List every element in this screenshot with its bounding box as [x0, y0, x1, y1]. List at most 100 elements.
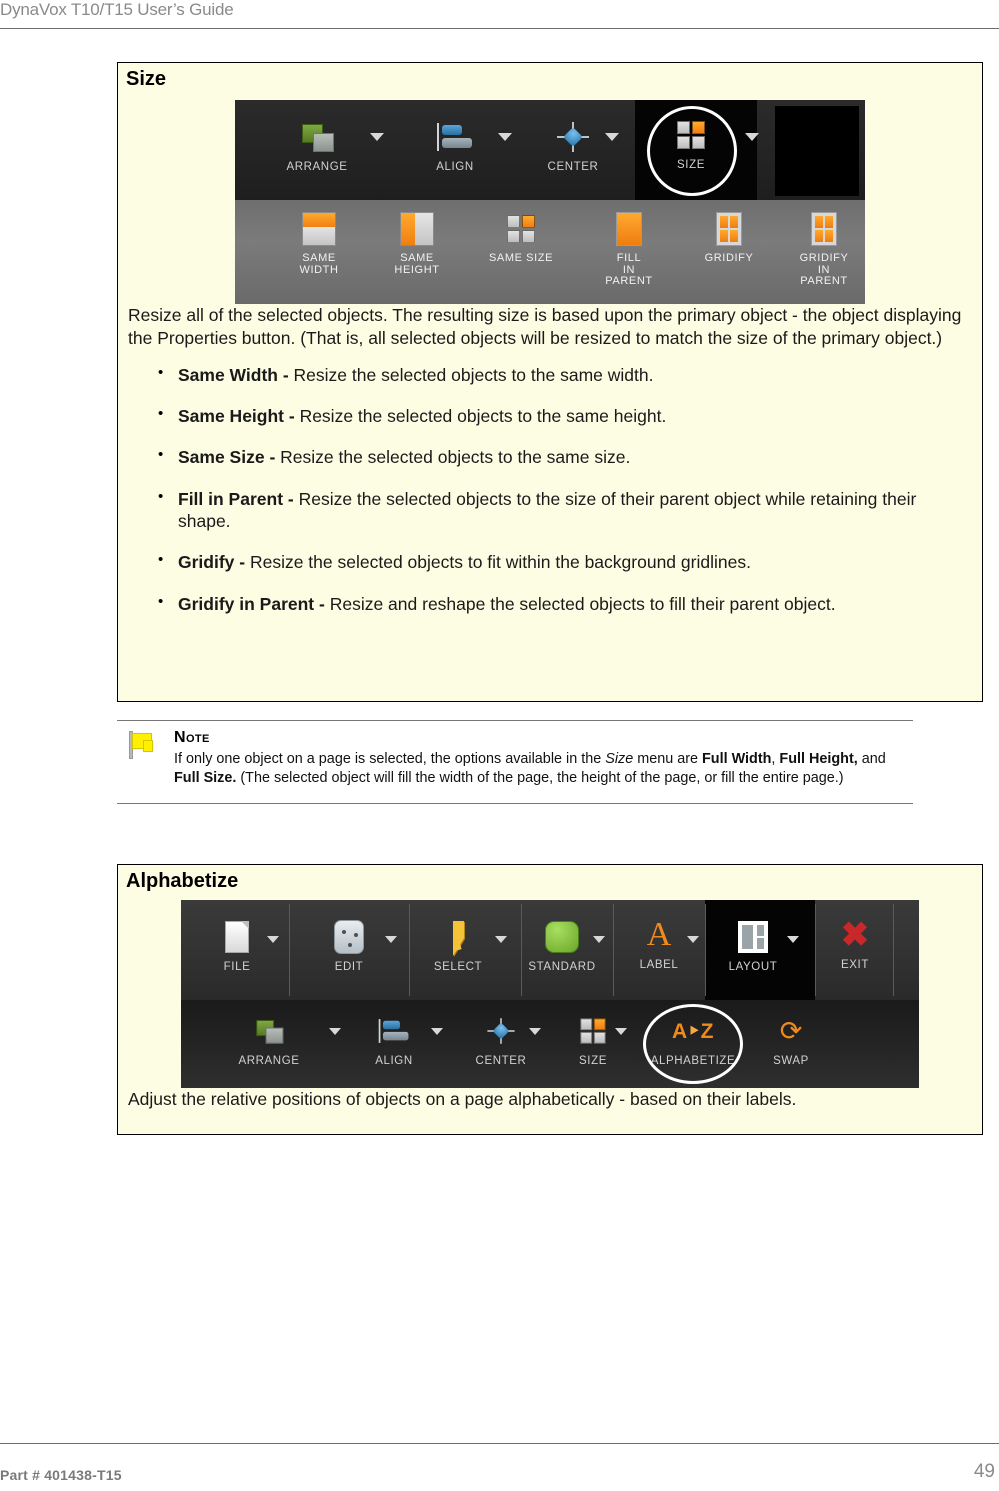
- gridify-icon: [683, 212, 775, 246]
- same-width-icon: [277, 212, 361, 246]
- letter-a-icon: A: [646, 916, 672, 953]
- toolbar-label: SELECT: [433, 961, 483, 973]
- toolbar-button-fill-in-parent[interactable]: FILL IN PARENT: [587, 212, 671, 288]
- toolbar-separator: [815, 904, 816, 996]
- toolbar-separator: [705, 904, 706, 996]
- file-icon: [199, 920, 275, 954]
- page-number: 49: [973, 1461, 995, 1482]
- toolbar-label: GRIDIFY IN PARENT: [799, 252, 849, 288]
- list-item: Same Size - Resize the selected objects …: [156, 445, 972, 468]
- same-height-icon: [375, 212, 459, 246]
- toolbar-button-same-size[interactable]: SAME SIZE: [467, 212, 575, 265]
- chevron-down-icon-label[interactable]: [687, 936, 699, 943]
- arrange-icon: [211, 1014, 327, 1048]
- toolbar-label: GRIDIFY: [704, 252, 754, 264]
- list-item-term: Same Size -: [178, 447, 281, 468]
- list-item: Gridify - Resize the selected objects to…: [156, 550, 972, 573]
- red-x-icon: ✖: [840, 916, 870, 954]
- alphabetize-toolbar-row-bottom: ARRANGE ALIGN CENTER SIZE A‣Z ALPHABETIZ…: [181, 1000, 919, 1088]
- chevron-down-icon-center[interactable]: [529, 1028, 541, 1035]
- chevron-down-icon-size[interactable]: [615, 1028, 627, 1035]
- toolbar-button-arrange[interactable]: ARRANGE: [257, 120, 377, 173]
- toolbar-button-arrange[interactable]: ARRANGE: [211, 1014, 327, 1067]
- list-item-term: Gridify -: [178, 552, 250, 573]
- toolbar-separator: [289, 904, 290, 996]
- toolbar-label: SAME WIDTH: [299, 252, 339, 276]
- toolbar-label: SAME HEIGHT: [394, 252, 440, 276]
- gridify-in-parent-icon: [783, 212, 865, 246]
- chevron-down-icon-align[interactable]: [431, 1028, 443, 1035]
- toolbar-button-select[interactable]: SELECT: [419, 920, 497, 973]
- note-seg: and: [857, 750, 886, 767]
- toolbar-button-file[interactable]: FILE: [199, 920, 275, 973]
- layout-icon: [715, 920, 791, 954]
- note-seg-bold: Full Height,: [779, 750, 858, 767]
- size-option-list: Same Width - Resize the selected objects…: [128, 362, 972, 616]
- list-item-text: Resize the selected objects to the same …: [299, 405, 667, 426]
- chevron-down-icon-standard[interactable]: [593, 936, 605, 943]
- list-item: Same Height - Resize the selected object…: [156, 404, 972, 427]
- toolbar-label: ALIGN: [436, 161, 474, 173]
- alphabetize-description: Adjust the relative positions of objects…: [128, 1089, 797, 1109]
- alphabetize-section-body: Adjust the relative positions of objects…: [118, 1088, 982, 1119]
- list-item: Gridify in Parent - Resize and reshape t…: [156, 592, 972, 615]
- chevron-down-icon-edit[interactable]: [385, 936, 397, 943]
- toolbar-button-label[interactable]: A LABEL: [621, 916, 697, 972]
- note-text: If only one object on a page is selected…: [174, 750, 903, 788]
- cursor-icon: [419, 920, 497, 956]
- list-item-term: Same Width -: [178, 364, 294, 385]
- chevron-down-icon-file[interactable]: [267, 936, 279, 943]
- alphabetize-toolbar-row-top: FILE EDIT SELECT STANDARD A LABEL LAYOUT…: [181, 900, 919, 1000]
- footer-divider: [0, 1443, 999, 1444]
- chevron-down-icon-align[interactable]: [498, 133, 512, 141]
- toolbar-button-size[interactable]: SIZE: [643, 118, 739, 171]
- toolbar-button-swap[interactable]: ⟳ SWAP: [741, 1014, 841, 1067]
- list-item-text: Resize the selected objects to the same …: [280, 447, 631, 468]
- page-running-header: DynaVox T10/T15 User’s Guide: [0, 0, 999, 30]
- toolbar-separator: [409, 904, 410, 996]
- toolbar-button-center[interactable]: CENTER: [443, 1014, 559, 1067]
- chevron-down-icon-arrange[interactable]: [370, 133, 384, 141]
- toolbar-button-standard[interactable]: STANDARD: [519, 920, 605, 973]
- toolbar-button-alphabetize[interactable]: A‣Z ALPHABETIZE: [633, 1014, 753, 1068]
- size-grid-icon: [643, 118, 739, 152]
- same-size-icon: [467, 212, 575, 246]
- toolbar-label: SAME SIZE: [488, 252, 554, 264]
- toolbar-button-align[interactable]: ALIGN: [339, 1014, 449, 1067]
- size-description: Resize all of the selected objects. The …: [128, 305, 962, 348]
- toolbar-button-align[interactable]: ALIGN: [395, 120, 515, 173]
- note-seg-bold: Full Width: [702, 750, 772, 767]
- chevron-down-icon-select[interactable]: [495, 936, 507, 943]
- note-seg-italic: Size: [605, 750, 634, 767]
- toolbar-button-same-width[interactable]: SAME WIDTH: [277, 212, 361, 276]
- chevron-down-icon-size[interactable]: [745, 133, 759, 141]
- toolbar-button-edit[interactable]: EDIT: [311, 920, 387, 973]
- swap-arrows-icon: ⟳: [779, 1016, 803, 1046]
- toolbar-label: SIZE: [677, 159, 705, 171]
- note-title: Note: [174, 729, 210, 746]
- toolbar-label: CENTER: [475, 1055, 527, 1067]
- toolbar-label: ARRANGE: [286, 161, 348, 173]
- toolbar-button-size[interactable]: SIZE: [549, 1014, 637, 1067]
- toolbar-label: LAYOUT: [728, 961, 778, 973]
- chevron-down-icon-center[interactable]: [605, 133, 619, 141]
- guide-title: DynaVox T10/T15 User’s Guide: [0, 0, 234, 19]
- toolbar-button-same-height[interactable]: SAME HEIGHT: [375, 212, 459, 276]
- toolbar-button-exit[interactable]: ✖ EXIT: [819, 918, 891, 971]
- toolbar-button-gridify[interactable]: GRIDIFY: [683, 212, 775, 265]
- list-item: Same Width - Resize the selected objects…: [156, 362, 972, 386]
- alphabetize-section-title: Alphabetize: [126, 870, 239, 892]
- toolbar-button-gridify-in-parent[interactable]: GRIDIFY IN PARENT: [783, 212, 865, 288]
- size-section-title: Size: [126, 68, 167, 90]
- toolbar-label: EXIT: [841, 959, 869, 971]
- part-number: Part # 401438-T15: [0, 1467, 122, 1483]
- list-item-term: Gridify in Parent -: [178, 593, 330, 614]
- toolbar-button-center[interactable]: CENTER: [513, 120, 633, 173]
- toolbar-label: SIZE: [579, 1055, 607, 1067]
- note-seg: menu are: [633, 750, 703, 767]
- chevron-down-icon-layout[interactable]: [787, 936, 799, 943]
- toolbar-label: ARRANGE: [238, 1055, 300, 1067]
- toolbar-label: CENTER: [547, 161, 599, 173]
- size-section-box: Size ARRANGE ALIGN CENTER SIZE SAME WIDT…: [117, 62, 983, 702]
- toolbar-button-layout[interactable]: LAYOUT: [715, 920, 791, 973]
